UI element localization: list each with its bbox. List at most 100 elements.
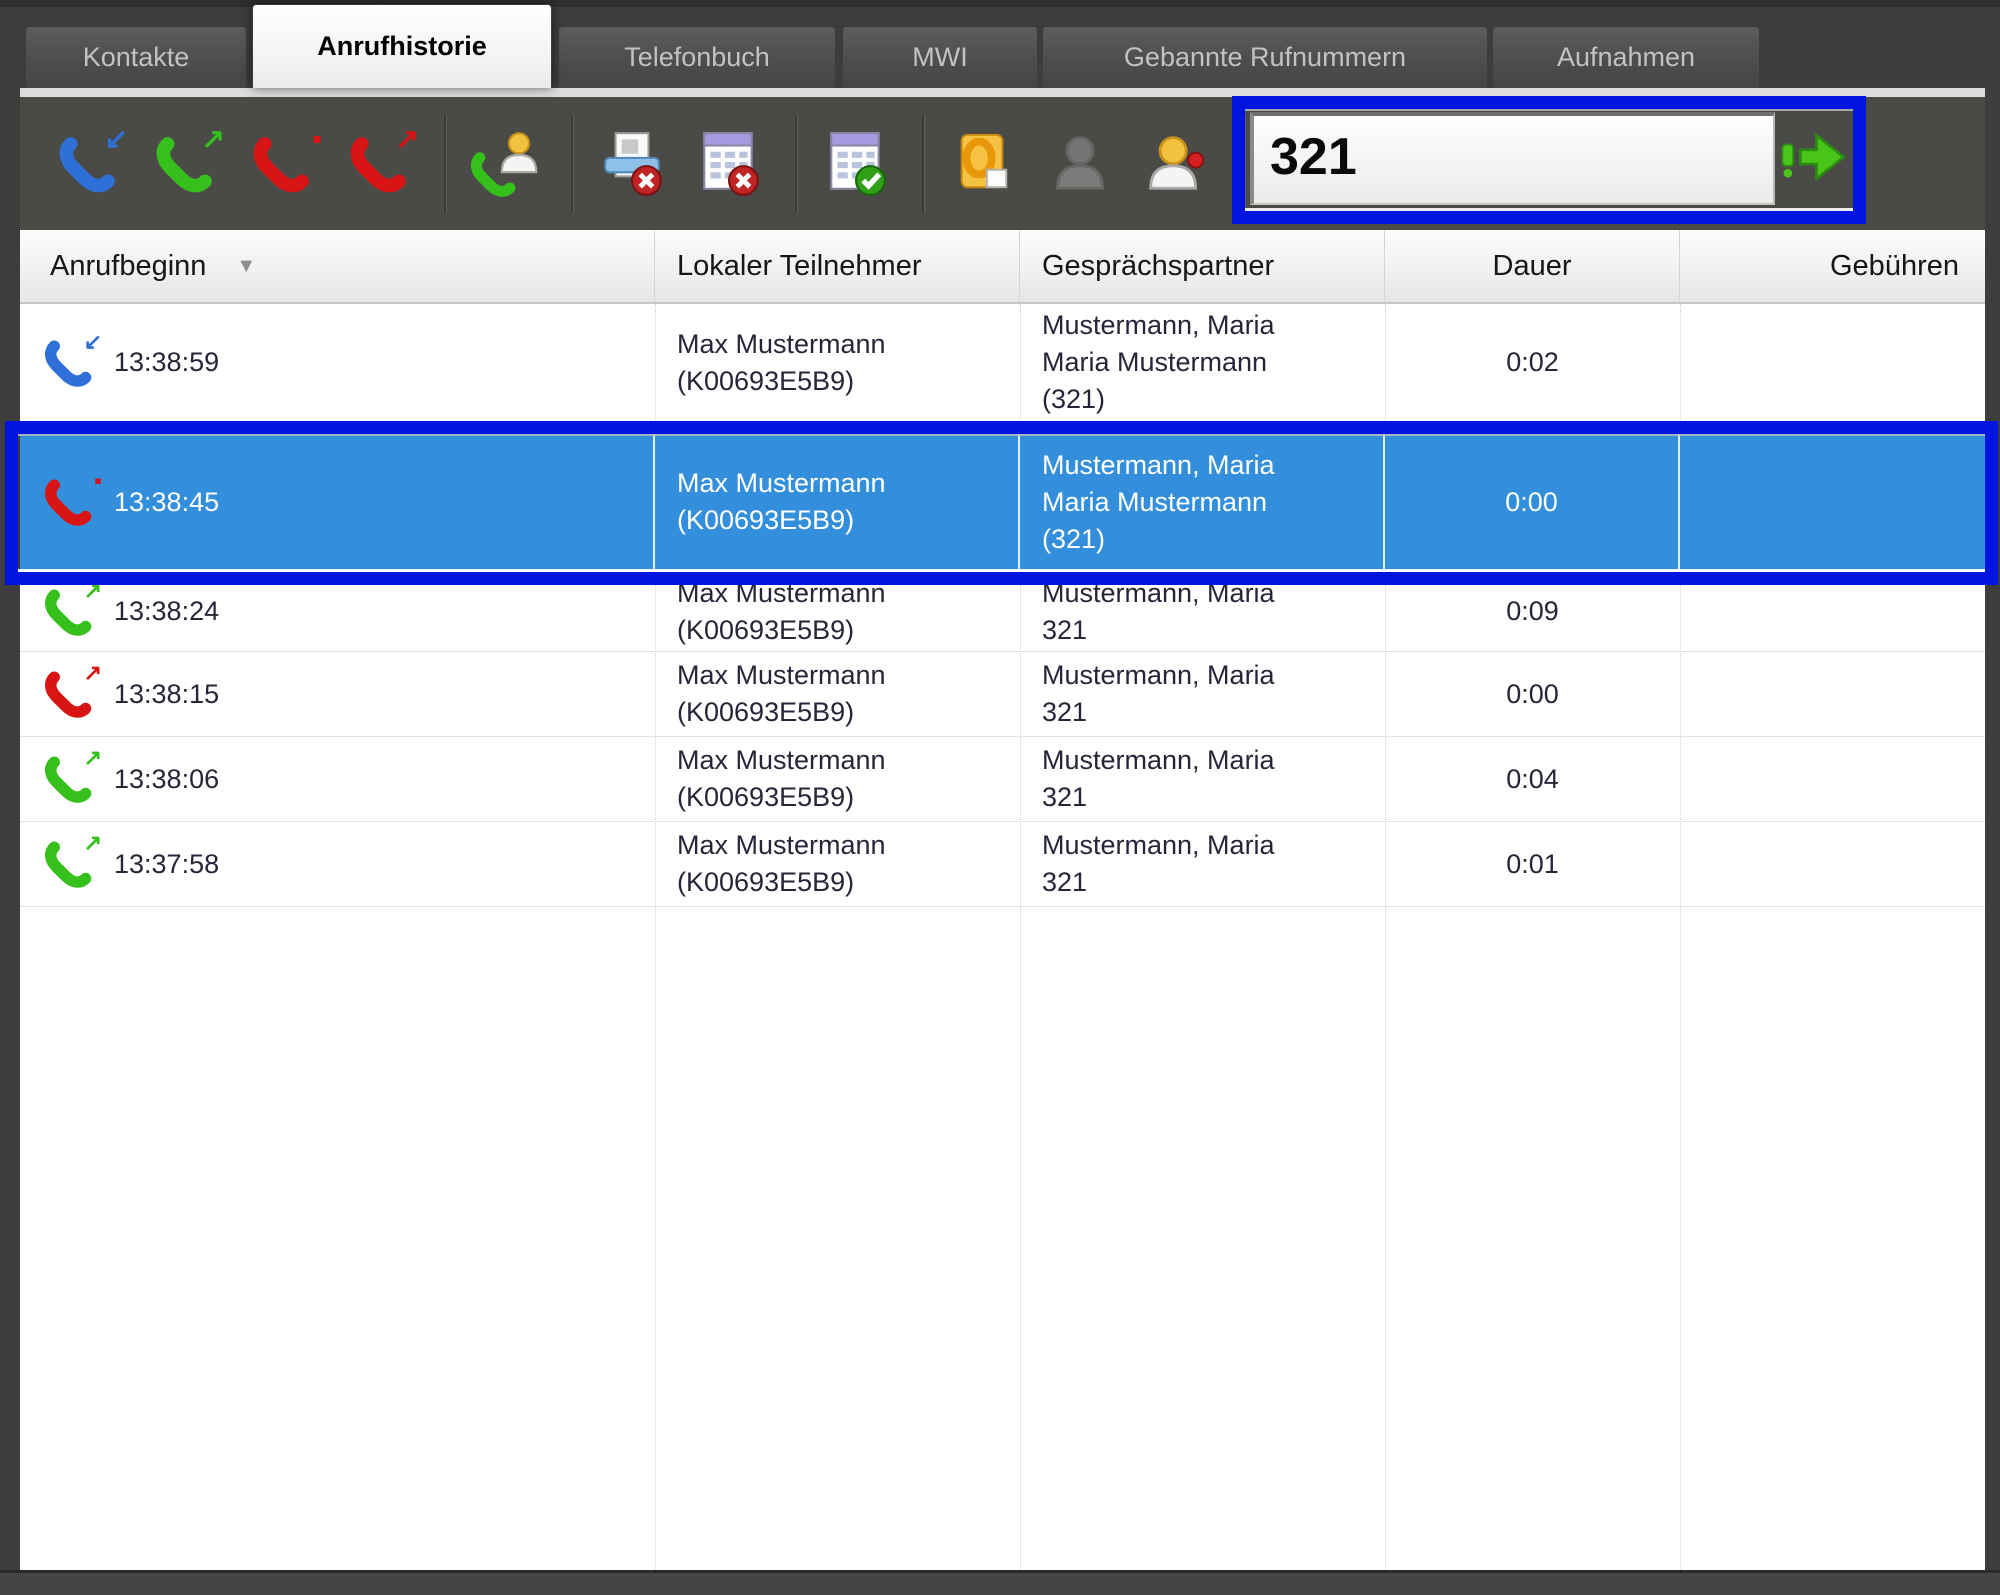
partner-line: (321) xyxy=(1042,381,1385,418)
missed-outgoing-call-icon: ↗ xyxy=(347,133,409,195)
dial-number-input[interactable] xyxy=(1250,112,1775,205)
call-time: 13:37:58 xyxy=(114,849,219,880)
cell-gebuehren xyxy=(1680,652,1985,736)
partner-line: Mustermann, Maria xyxy=(1042,657,1385,694)
delete-fax-journal-icon xyxy=(597,127,667,200)
panel-top-edge xyxy=(20,88,1985,97)
incoming-call-button[interactable]: ↙ xyxy=(42,116,132,212)
tab-gebannte-rufnummern[interactable]: Gebannte Rufnummern xyxy=(1042,26,1488,88)
local-id: (K00693E5B9) xyxy=(677,612,1020,649)
duration: 0:00 xyxy=(1505,487,1558,518)
table-header: Anrufbeginn ▼ Lokaler Teilnehmer Gespräc… xyxy=(20,230,1985,304)
tab-label: Kontakte xyxy=(83,42,190,73)
missed-incoming-call-button[interactable]: ▪ xyxy=(236,116,326,212)
partner-line: 321 xyxy=(1042,779,1385,816)
partner-line: Mustermann, Maria xyxy=(1042,447,1383,484)
column-header-anrufbeginn[interactable]: Anrufbeginn ▼ xyxy=(20,230,655,302)
delete-call-list-button[interactable] xyxy=(684,116,774,212)
cell-gebuehren xyxy=(1680,737,1985,821)
cell-gespraechspartner: Mustermann, Maria 321 xyxy=(1020,822,1385,906)
partner-line: 321 xyxy=(1042,864,1385,901)
tab-anrufhistorie[interactable]: Anrufhistorie xyxy=(252,4,552,88)
cell-gebuehren xyxy=(1680,434,1985,570)
call-contact-button[interactable] xyxy=(460,116,550,212)
outlook-icon xyxy=(950,129,1016,198)
column-label: Gebühren xyxy=(1830,250,1959,283)
cell-lokaler-teilnehmer: Max Mustermann (K00693E5B9) xyxy=(655,304,1020,421)
confirm-call-list-button[interactable] xyxy=(811,116,901,212)
local-name: Max Mustermann xyxy=(677,575,1020,612)
missed-outgoing-call-button[interactable]: ↗ xyxy=(333,116,423,212)
partner-line: Mustermann, Maria xyxy=(1042,307,1385,344)
tab-content-panel: ↙ ↗ ▪ ↗ xyxy=(20,88,1985,1570)
cell-anrufbeginn: ↙ 13:38:59 xyxy=(20,304,655,421)
cell-gespraechspartner: Mustermann, Maria 321 xyxy=(1020,652,1385,736)
cell-anrufbeginn: ↗ 13:38:06 xyxy=(20,737,655,821)
sort-descending-icon: ▼ xyxy=(236,255,256,278)
dial-icon xyxy=(1777,176,1849,191)
call-row[interactable]: ↗ 13:38:24 Max Mustermann (K00693E5B9) M… xyxy=(20,572,1985,652)
toolbar-separator xyxy=(1243,115,1245,213)
column-header-gebuehren[interactable]: Gebühren xyxy=(1680,230,1985,302)
cell-lokaler-teilnehmer: Max Mustermann (K00693E5B9) xyxy=(655,652,1020,736)
contact-disabled-button[interactable] xyxy=(1035,116,1125,212)
cell-dauer: 0:09 xyxy=(1385,572,1680,651)
toolbar-separator xyxy=(571,115,573,213)
cell-lokaler-teilnehmer: Max Mustermann (K00693E5B9) xyxy=(655,434,1020,570)
tab-label: Gebannte Rufnummern xyxy=(1124,42,1406,73)
partner-line: 321 xyxy=(1042,694,1385,731)
tab-label: Aufnahmen xyxy=(1557,42,1695,73)
cell-anrufbeginn: ▪ 13:38:45 xyxy=(20,434,655,570)
add-contact-icon xyxy=(1145,132,1209,196)
tab-mwi[interactable]: MWI xyxy=(842,26,1038,88)
call-contact-icon xyxy=(472,131,538,197)
call-row-selected[interactable]: ▪ 13:38:45 Max Mustermann (K00693E5B9) M… xyxy=(20,434,1985,572)
toolbar-separator xyxy=(922,115,924,213)
cell-gebuehren xyxy=(1680,822,1985,906)
cell-gespraechspartner: Mustermann, Maria Maria Mustermann (321) xyxy=(1020,434,1385,570)
add-contact-button[interactable] xyxy=(1132,116,1222,212)
tab-aufnahmen[interactable]: Aufnahmen xyxy=(1492,26,1760,88)
tab-bar: Kontakte Anrufhistorie Telefonbuch MWI G… xyxy=(20,0,1985,88)
local-name: Max Mustermann xyxy=(677,326,1020,363)
outgoing-call-icon: ↗ xyxy=(153,133,215,195)
call-time: 13:38:24 xyxy=(114,596,219,627)
outlook-export-button[interactable] xyxy=(938,116,1028,212)
cell-gespraechspartner: Mustermann, Maria Maria Mustermann (321) xyxy=(1020,304,1385,421)
toolbar-separator xyxy=(795,115,797,213)
call-time: 13:38:06 xyxy=(114,764,219,795)
tab-kontakte[interactable]: Kontakte xyxy=(25,26,247,88)
column-label: Lokaler Teilnehmer xyxy=(677,250,922,283)
local-id: (K00693E5B9) xyxy=(677,363,1020,400)
dial-button[interactable] xyxy=(1777,126,1849,188)
cell-gebuehren xyxy=(1680,304,1985,421)
call-row[interactable]: ↗ 13:38:06 Max Mustermann (K00693E5B9) M… xyxy=(20,737,1985,822)
local-id: (K00693E5B9) xyxy=(677,864,1020,901)
column-header-lokaler-teilnehmer[interactable]: Lokaler Teilnehmer xyxy=(655,230,1020,302)
call-row[interactable]: ↗ 13:37:58 Max Mustermann (K00693E5B9) M… xyxy=(20,822,1985,907)
call-time: 13:38:15 xyxy=(114,679,219,710)
column-label: Gesprächspartner xyxy=(1042,250,1274,283)
call-row[interactable]: ↗ 13:38:15 Max Mustermann (K00693E5B9) M… xyxy=(20,652,1985,737)
column-header-gespraechspartner[interactable]: Gesprächspartner xyxy=(1020,230,1385,302)
incoming-call-icon: ↙ xyxy=(42,337,94,389)
cell-lokaler-teilnehmer: Max Mustermann (K00693E5B9) xyxy=(655,822,1020,906)
cell-dauer: 0:00 xyxy=(1385,434,1680,570)
missed-outgoing-call-icon: ↗ xyxy=(42,668,94,720)
duration: 0:00 xyxy=(1506,679,1559,710)
delete-fax-journal-button[interactable] xyxy=(587,116,677,212)
missed-call-icon: ▪ xyxy=(42,476,94,528)
outgoing-call-button[interactable]: ↗ xyxy=(139,116,229,212)
cell-dauer: 0:02 xyxy=(1385,304,1680,421)
cell-lokaler-teilnehmer: Max Mustermann (K00693E5B9) xyxy=(655,572,1020,651)
call-row[interactable]: ↙ 13:38:59 Max Mustermann (K00693E5B9) M… xyxy=(20,304,1985,421)
tab-telefonbuch[interactable]: Telefonbuch xyxy=(558,26,836,88)
partner-line: Maria Mustermann xyxy=(1042,344,1385,381)
cell-dauer: 0:01 xyxy=(1385,822,1680,906)
duration: 0:02 xyxy=(1506,347,1559,378)
outgoing-call-icon: ↗ xyxy=(42,753,94,805)
tab-label: Telefonbuch xyxy=(624,42,770,73)
column-header-dauer[interactable]: Dauer xyxy=(1385,230,1680,302)
outgoing-call-icon: ↗ xyxy=(42,838,94,890)
call-history-window: Kontakte Anrufhistorie Telefonbuch MWI G… xyxy=(0,0,2000,1595)
